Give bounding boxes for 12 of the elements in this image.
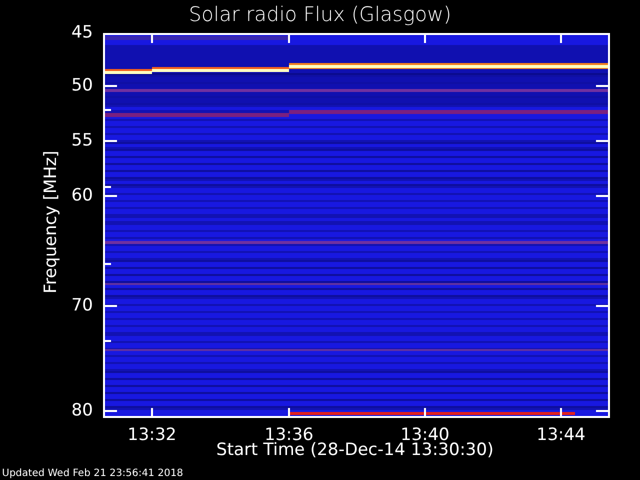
chart-title: Solar radio Flux (Glasgow) bbox=[188, 2, 452, 26]
updated-timestamp: Updated Wed Feb 21 23:56:41 2018 bbox=[2, 468, 184, 479]
y-tick-label: 80 bbox=[71, 402, 93, 420]
y-axis-title: Frequency [MHz] bbox=[41, 150, 61, 296]
y-tick-label: 70 bbox=[71, 298, 93, 314]
y-tick-label: 45 bbox=[71, 24, 93, 42]
x-tick-label: 13:44 bbox=[536, 427, 586, 444]
x-tick-label: 13:32 bbox=[128, 427, 176, 444]
y-tick-label: 60 bbox=[71, 188, 93, 204]
y-tick-label: 50 bbox=[71, 78, 93, 94]
y-tick-label: 55 bbox=[71, 132, 93, 150]
x-axis-title: Start Time (28-Dec-14 13:30:30) bbox=[216, 440, 494, 460]
